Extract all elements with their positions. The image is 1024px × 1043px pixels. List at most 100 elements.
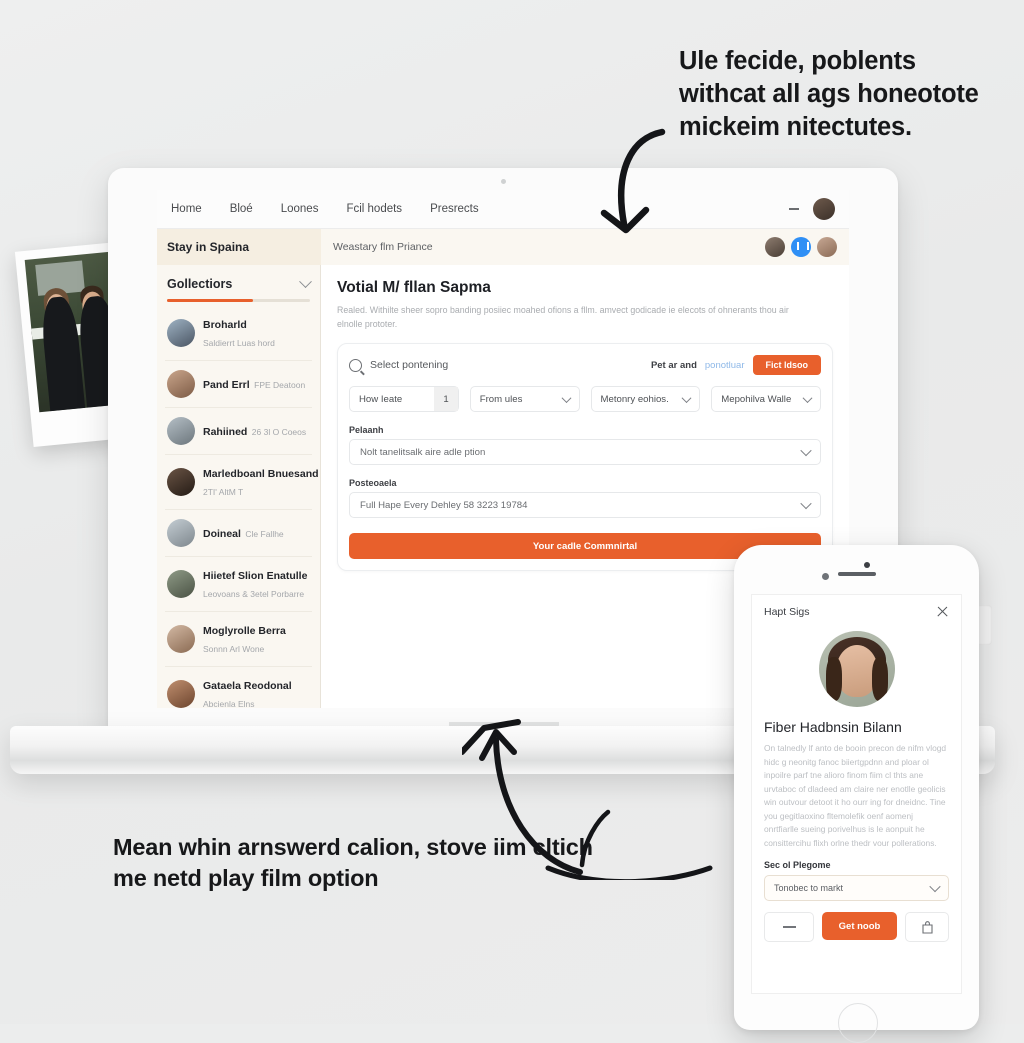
list-item-meta: Saldierrt Luas hord bbox=[203, 338, 275, 348]
avatar bbox=[167, 319, 195, 347]
annotation-top: Ule fecide, poblents withcat all ags hon… bbox=[679, 47, 979, 141]
nav-links: Home Bloé Loones Fcil hodets Presrects bbox=[171, 203, 479, 215]
collaborator-avatar-1[interactable] bbox=[765, 237, 785, 257]
chevron-down-icon bbox=[800, 497, 812, 510]
nav-link-blog[interactable]: Bloé bbox=[230, 203, 253, 215]
avatar bbox=[167, 570, 195, 598]
phone-profile-name: Fiber Hadbnsin Bilann bbox=[764, 719, 902, 735]
list-item-meta: Cle Fallhe bbox=[245, 529, 284, 539]
search-icon bbox=[349, 358, 362, 372]
list-item-meta: 26 3l O Coeos bbox=[251, 427, 307, 437]
phone-home-button[interactable] bbox=[838, 1003, 878, 1043]
list-item[interactable]: Hiietef Slion Enatulle Leovoans & 3etel … bbox=[165, 557, 312, 612]
account-avatar[interactable] bbox=[813, 198, 835, 220]
list-item[interactable]: Doineal Cle Fallhe bbox=[165, 510, 312, 557]
collaborator-avatar-2[interactable] bbox=[791, 237, 811, 257]
chevron-down-icon bbox=[802, 392, 813, 403]
list-item-meta: Sonnn Arl Wone bbox=[203, 644, 265, 654]
search-link[interactable]: ponotluar bbox=[705, 360, 745, 371]
bag-icon[interactable] bbox=[905, 912, 949, 942]
list-item[interactable]: Marledboanl Bnuesand 2TI' AltM T bbox=[165, 455, 319, 510]
progress-bar bbox=[167, 299, 310, 302]
filter-pill-label: Mepohilva Walle bbox=[721, 393, 792, 405]
breadcrumb: Weastary flm Priance bbox=[333, 241, 433, 253]
close-icon[interactable] bbox=[936, 605, 949, 618]
get-button[interactable]: Get noob bbox=[822, 912, 897, 940]
collaborator-avatars bbox=[765, 237, 837, 257]
list-item-meta: FPE Deatoon bbox=[254, 380, 306, 390]
browser-toolbar-right bbox=[789, 198, 835, 220]
laptop-camera-icon bbox=[500, 179, 506, 184]
filter-pill-memory[interactable]: Metonry eohios. bbox=[590, 386, 701, 412]
search-button[interactable]: Fict ldsoo bbox=[752, 355, 821, 375]
chevron-down-icon[interactable] bbox=[299, 274, 312, 288]
phone-select[interactable]: Tonobec to markt bbox=[764, 875, 949, 901]
list-item-meta: Abcienla Elns bbox=[203, 699, 255, 708]
select-pelaanh[interactable]: Nolt tanelitsalk aire adle ption bbox=[349, 439, 821, 465]
sidebar-title: Gollectiors bbox=[167, 277, 233, 291]
phone-header: Hapt Sigs bbox=[752, 595, 961, 618]
breadcrumb-bar: Weastary flm Priance bbox=[321, 229, 849, 265]
avatar bbox=[167, 417, 195, 445]
filter-pill-walle[interactable]: Mepohilva Walle bbox=[711, 386, 821, 412]
page-description: Realed. Withilte sheer sopro banding pos… bbox=[337, 305, 789, 329]
chevron-down-icon bbox=[681, 392, 692, 403]
phone-title: Hapt Sigs bbox=[764, 605, 810, 618]
avatar bbox=[167, 370, 195, 398]
filter-pill-from[interactable]: From ules bbox=[469, 386, 580, 412]
sidebar: Gollectiors Broharld Saldierrt Luas hord… bbox=[157, 265, 321, 708]
filter-pill-label: How Ieate bbox=[359, 393, 403, 405]
quantity-stepper[interactable]: 1 bbox=[434, 387, 458, 411]
list-item-meta: Leovoans & 3etel Porbarre bbox=[203, 589, 305, 599]
chevron-down-icon bbox=[561, 392, 571, 403]
list-item-name: Gataela Reodonal bbox=[203, 680, 292, 692]
list-item-name: Hiietef Slion Enatulle bbox=[203, 570, 308, 582]
collaborator-avatar-3[interactable] bbox=[817, 237, 837, 257]
search-note: Pet ar and bbox=[650, 359, 697, 371]
select-posteoaela[interactable]: Full Hape Every Dehley 58 3223 19784 bbox=[349, 492, 821, 518]
workspace-header: Stay in Spaina bbox=[157, 229, 321, 265]
app-subheader: Stay in Spaina Weastary flm Priance bbox=[157, 229, 849, 265]
avatar bbox=[167, 625, 195, 653]
phone-select-label: Sec ol Plegome bbox=[764, 860, 831, 870]
list-item[interactable]: Pand Errl FPE Deatoon bbox=[165, 361, 312, 408]
list-item-name: Marledboanl Bnuesand bbox=[203, 468, 319, 480]
chevron-down-icon bbox=[800, 444, 812, 457]
filter-pill-label: From ules bbox=[479, 393, 523, 405]
filter-pill-quantity[interactable]: How Ieate 1 bbox=[349, 386, 459, 412]
nav-link-loones[interactable]: Loones bbox=[281, 203, 319, 215]
nav-link-fcil-hodets[interactable]: Fcil hodets bbox=[346, 203, 402, 215]
sidebar-header[interactable]: Gollectiors bbox=[165, 265, 312, 297]
minimize-icon[interactable] bbox=[789, 208, 799, 210]
annotation-bottom: Mean whin arnswerd calion, stove iim clt… bbox=[113, 834, 593, 891]
list-item-name: Moglyrolle Berra bbox=[203, 625, 286, 637]
chevron-down-icon bbox=[929, 880, 941, 893]
list-item[interactable]: Rahiined 26 3l O Coeos bbox=[165, 408, 312, 455]
list-item-name: Pand Errl bbox=[203, 379, 250, 391]
avatar bbox=[167, 468, 195, 496]
select-value: Tonobec to markt bbox=[774, 883, 844, 893]
search-input[interactable]: Select pontening bbox=[370, 359, 448, 371]
nav-link-home[interactable]: Home bbox=[171, 203, 202, 215]
browser-toolbar: Home Bloé Loones Fcil hodets Presrects bbox=[157, 190, 849, 229]
field-label-pelaanh: Pelaanh bbox=[349, 425, 384, 435]
list-item[interactable]: Moglyrolle Berra Sonnn Arl Wone bbox=[165, 612, 312, 667]
list-item-name: Doineal bbox=[203, 528, 241, 540]
avatar bbox=[167, 519, 195, 547]
page-title: Votial M/ fllan Sapma bbox=[337, 279, 491, 296]
nav-link-presrects[interactable]: Presrects bbox=[430, 203, 479, 215]
search-card: Select pontening Pet ar and ponotluar Fi… bbox=[337, 343, 833, 571]
phone-sensor-icon bbox=[864, 562, 870, 568]
filter-pill-label: Metonry eohios. bbox=[600, 393, 669, 405]
list-item[interactable]: Broharld Saldierrt Luas hord bbox=[165, 306, 312, 361]
bag-glyph bbox=[921, 920, 933, 934]
select-value: Nolt tanelitsalk aire adle ption bbox=[360, 446, 486, 458]
list-item-name: Rahiined bbox=[203, 426, 248, 438]
list-item[interactable]: Gataela Reodonal Abcienla Elns bbox=[165, 667, 312, 708]
list-item-name: Broharld bbox=[203, 319, 247, 331]
avatar bbox=[167, 680, 195, 708]
phone-speaker-icon bbox=[838, 572, 876, 576]
phone-screen: Hapt Sigs Fiber Hadbnsin Bilann On talne… bbox=[751, 594, 962, 994]
decrement-button[interactable] bbox=[764, 912, 814, 942]
phone-actions: Get noob bbox=[764, 912, 949, 942]
